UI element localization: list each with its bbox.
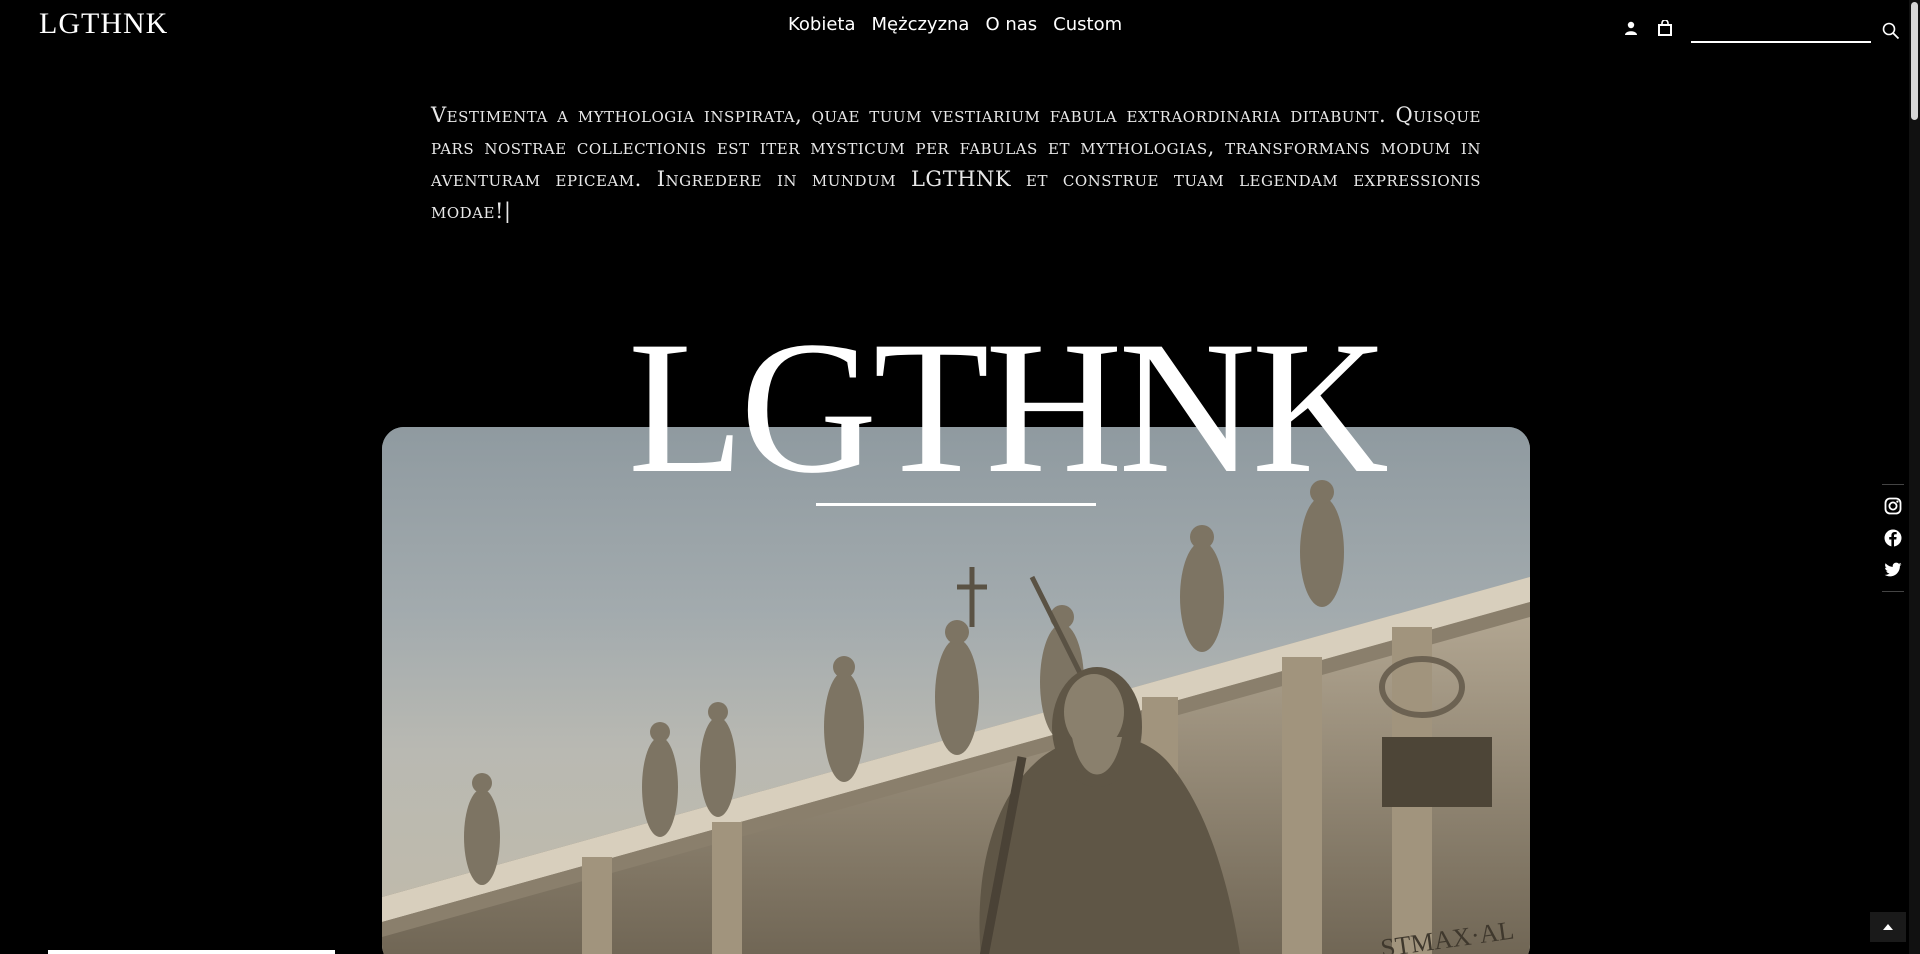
nav-item-custom[interactable]: Custom [1053,13,1122,37]
search-input[interactable] [1691,17,1871,43]
cart-icon[interactable] [1655,18,1675,38]
chevron-up-icon [1883,924,1893,930]
instagram-icon[interactable] [1883,495,1903,517]
scrollbar-thumb[interactable] [1911,2,1918,120]
page: LGTHNK Kobieta Mężczyzna O nas Custom Ve… [0,0,1920,954]
facebook-icon[interactable] [1883,527,1903,549]
main-nav: Kobieta Mężczyzna O nas Custom [788,13,1122,37]
nav-item-mezczyzna[interactable]: Mężczyzna [872,13,970,37]
search-icon[interactable] [1882,22,1900,40]
twitter-icon[interactable] [1883,559,1903,581]
social-sidebar [1882,484,1904,592]
nav-item-o-nas[interactable]: O nas [985,13,1037,37]
progress-bar [48,950,335,954]
page-scrollbar[interactable] [1909,0,1920,954]
hero-logo: LGTHNK [628,303,1389,513]
user-icon[interactable] [1621,18,1641,38]
site-logo[interactable]: LGTHNK [39,9,168,39]
intro-text: Vestimenta a mythologia inspirata, quae … [431,103,1481,223]
nav-item-kobieta[interactable]: Kobieta [788,13,856,37]
hero-divider [816,503,1096,506]
back-to-top-button[interactable] [1870,912,1906,942]
header-icons [1621,18,1675,38]
